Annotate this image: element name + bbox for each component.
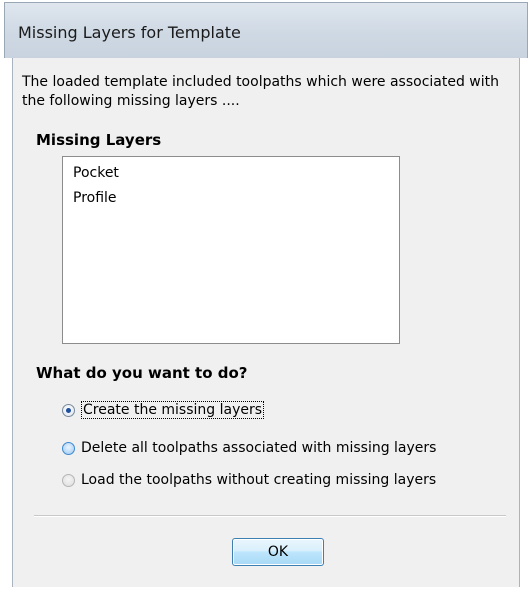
option-delete-toolpaths[interactable]: Delete all toolpaths associated with mis… xyxy=(62,437,436,459)
option-create-layers-label[interactable]: Create the missing layers xyxy=(81,401,265,419)
option-create-layers[interactable]: Create the missing layers xyxy=(62,399,265,421)
action-heading: What do you want to do? xyxy=(36,364,248,382)
radio-create-layers[interactable] xyxy=(62,403,75,417)
radio-delete-toolpaths[interactable] xyxy=(62,441,75,455)
divider xyxy=(34,515,506,517)
missing-layers-heading: Missing Layers xyxy=(36,131,162,149)
description-text: The loaded template included toolpaths w… xyxy=(22,74,499,109)
radio-load-toolpaths[interactable] xyxy=(62,473,75,487)
dialog-title: Missing Layers for Template xyxy=(18,23,241,42)
option-load-toolpaths-label[interactable]: Load the toolpaths without creating miss… xyxy=(81,472,436,488)
option-load-toolpaths[interactable]: Load the toolpaths without creating miss… xyxy=(62,469,436,491)
list-item[interactable]: Pocket xyxy=(73,165,119,181)
dialog-window: Missing Layers for Template The loaded t… xyxy=(0,0,528,589)
list-item[interactable]: Profile xyxy=(73,190,117,206)
option-delete-toolpaths-label[interactable]: Delete all toolpaths associated with mis… xyxy=(81,440,436,456)
title-bar[interactable]: Missing Layers for Template xyxy=(4,2,528,58)
missing-layers-list[interactable]: Pocket Profile xyxy=(62,156,400,344)
ok-button[interactable]: OK xyxy=(232,538,324,566)
